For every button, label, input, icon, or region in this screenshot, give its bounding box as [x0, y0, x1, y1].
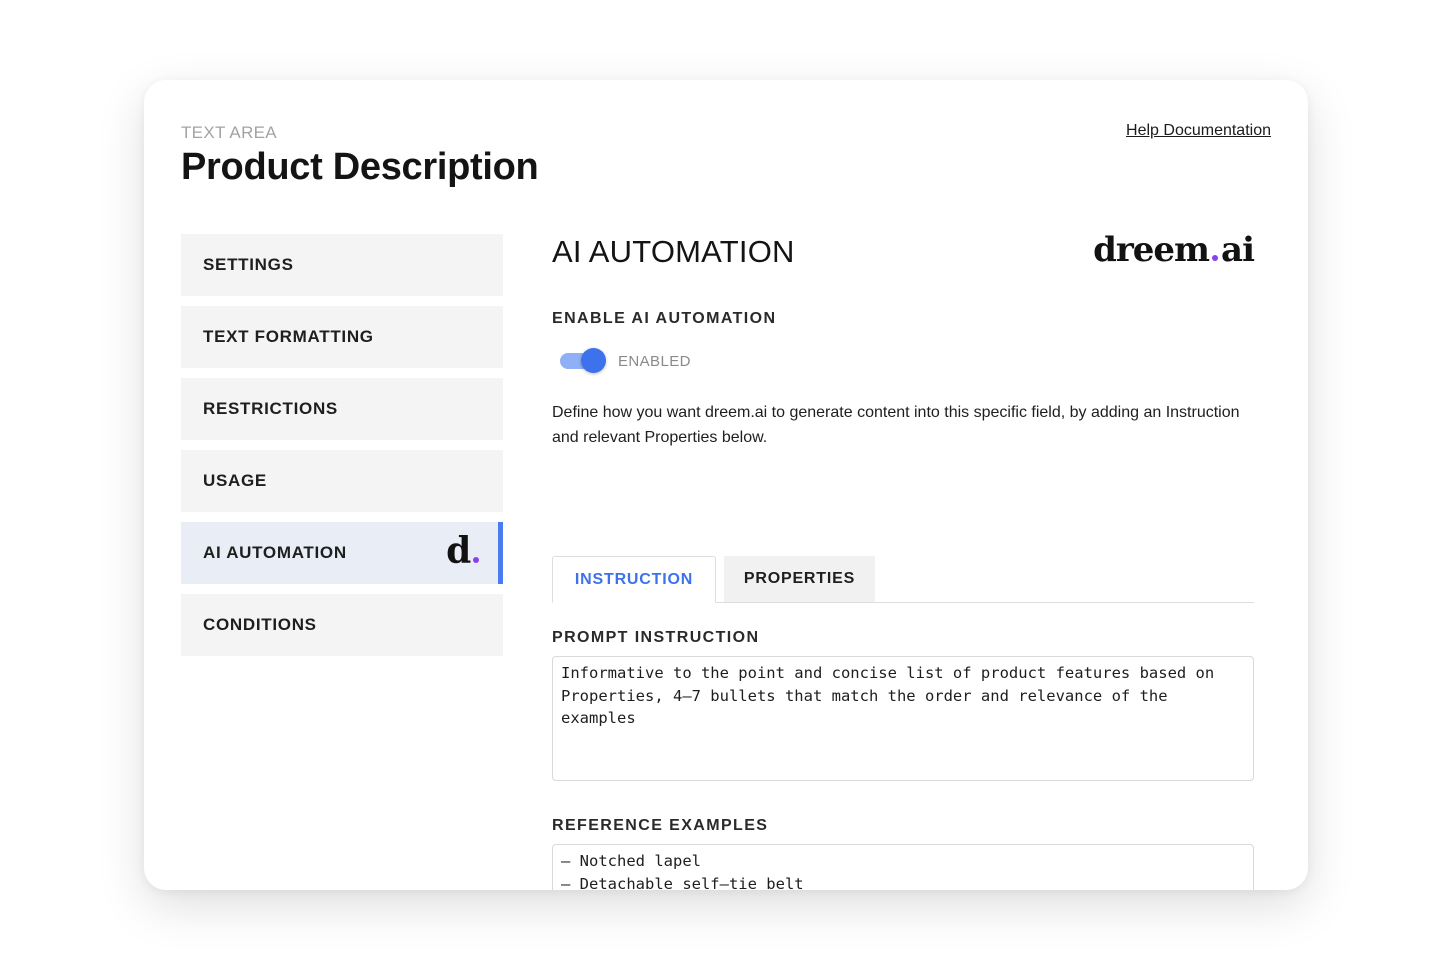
settings-card: TEXT AREA Product Description Help Docum…: [144, 80, 1308, 890]
enable-toggle-row: ENABLED: [560, 348, 691, 374]
reference-examples-label: REFERENCE EXAMPLES: [552, 817, 769, 834]
sidebar-item-label: TEXT FORMATTING: [203, 327, 374, 346]
sidebar-item-text-formatting[interactable]: TEXT FORMATTING: [181, 306, 503, 368]
brand-dot-icon: [1212, 255, 1219, 261]
prompt-instruction-textarea[interactable]: Informative to the point and concise lis…: [552, 656, 1254, 781]
toggle-knob: [581, 348, 606, 373]
tab-properties[interactable]: PROPERTIES: [724, 556, 875, 602]
sidebar: SETTINGS TEXT FORMATTING RESTRICTIONS US…: [181, 234, 503, 666]
tab-instruction[interactable]: INSTRUCTION: [552, 556, 716, 603]
dreem-d-letter: d: [446, 530, 472, 572]
brand-wordmark-right: ai: [1221, 230, 1255, 270]
section-heading: AI AUTOMATION: [552, 234, 795, 269]
field-type-overline: TEXT AREA: [181, 123, 277, 142]
toggle-state-label: ENABLED: [618, 352, 691, 370]
enable-ai-toggle[interactable]: [560, 348, 606, 374]
automation-description: Define how you want dreem.ai to generate…: [552, 404, 1240, 446]
help-documentation-link[interactable]: Help Documentation: [1126, 122, 1271, 140]
sidebar-item-label: SETTINGS: [203, 255, 294, 274]
sidebar-item-usage[interactable]: USAGE: [181, 450, 503, 512]
brand-dot-icon: [473, 557, 479, 563]
tab-bar: INSTRUCTION PROPERTIES: [552, 556, 1254, 603]
reference-examples-textarea[interactable]: – Notched lapel – Detachable self–tie be…: [552, 844, 1254, 890]
brand-wordmark-left: dreem: [1093, 230, 1210, 270]
enable-ai-automation-label: ENABLE AI AUTOMATION: [552, 310, 777, 327]
dreem-d-logo-icon: d: [446, 530, 479, 572]
sidebar-item-label: RESTRICTIONS: [203, 399, 338, 418]
sidebar-item-label: CONDITIONS: [203, 615, 317, 634]
sidebar-item-settings[interactable]: SETTINGS: [181, 234, 503, 296]
prompt-instruction-label: PROMPT INSTRUCTION: [552, 629, 760, 646]
sidebar-item-label: AI AUTOMATION: [203, 543, 347, 562]
page-title: Product Description: [181, 146, 539, 188]
sidebar-item-restrictions[interactable]: RESTRICTIONS: [181, 378, 503, 440]
sidebar-item-label: USAGE: [203, 471, 267, 490]
sidebar-item-ai-automation[interactable]: AI AUTOMATION d: [181, 522, 503, 584]
sidebar-item-conditions[interactable]: CONDITIONS: [181, 594, 503, 656]
dreem-ai-logo: dreem ai: [1093, 230, 1255, 270]
